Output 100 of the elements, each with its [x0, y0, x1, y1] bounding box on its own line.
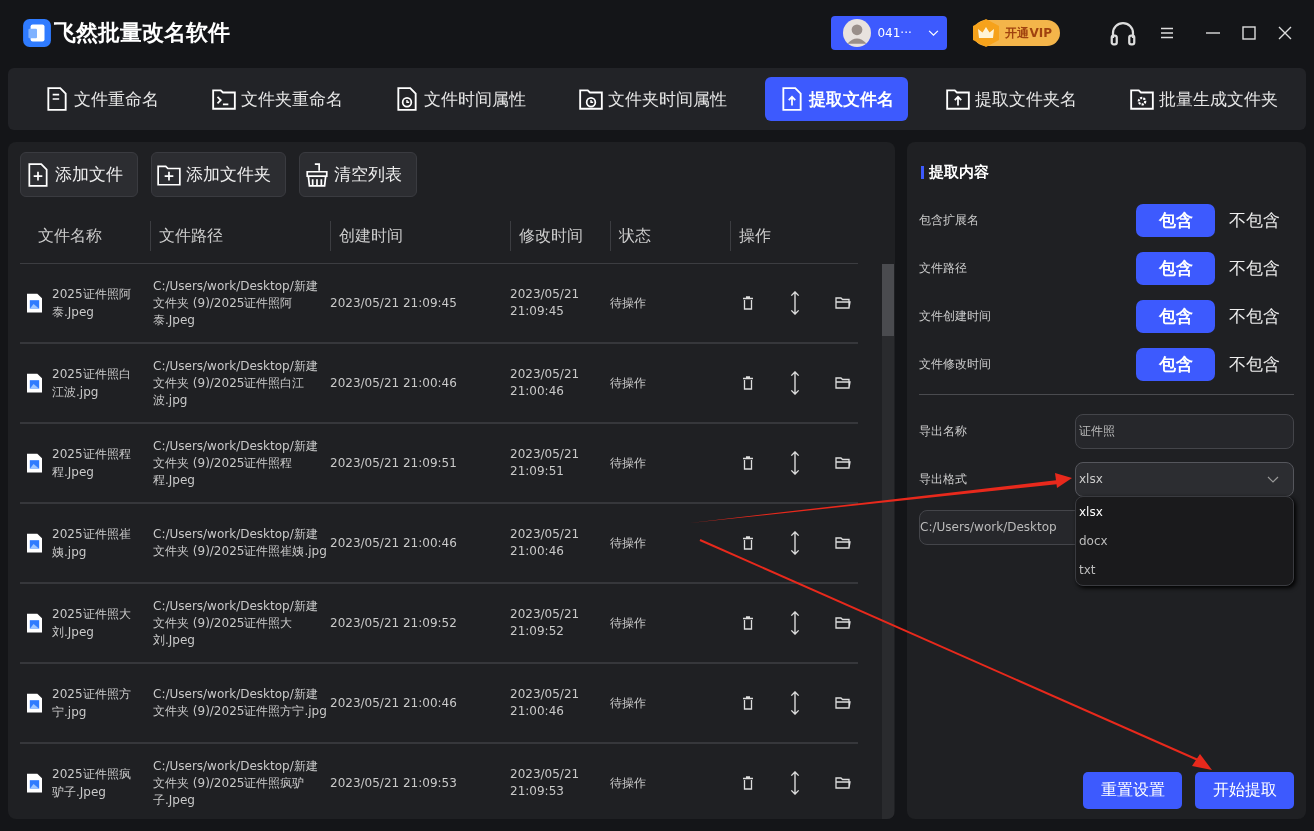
file-name: 2025证件照程程.Jpeg — [52, 446, 132, 481]
folder-icon[interactable] — [835, 297, 851, 309]
option-label: 包含扩展名 — [919, 211, 979, 229]
segment-option[interactable]: 包含 — [1136, 251, 1215, 285]
status-text: 待操作 — [610, 534, 647, 552]
status-text: 待操作 — [610, 614, 647, 632]
column-header: 修改时间 — [510, 221, 610, 251]
avatar-icon — [843, 19, 872, 47]
dropdown-option[interactable]: docx — [1079, 534, 1290, 548]
action-button[interactable]: 重置设置 — [1083, 772, 1182, 809]
folder-icon[interactable] — [835, 377, 851, 389]
trash-icon[interactable] — [742, 456, 754, 470]
image-file-icon — [27, 293, 42, 313]
tab[interactable]: 文件重命名 — [30, 77, 173, 121]
status-text: 待操作 — [610, 374, 647, 392]
up-down-arrow-icon[interactable] — [789, 611, 801, 635]
created-time: 2023/05/21 21:00:46 — [330, 534, 458, 552]
status-text: 待操作 — [610, 454, 647, 472]
trash-icon[interactable] — [742, 616, 754, 630]
tab[interactable]: 提取文件名 — [764, 77, 908, 121]
tab[interactable]: 提取文件夹名 — [931, 77, 1092, 121]
up-down-arrow-icon[interactable] — [789, 451, 801, 475]
file-name: 2025证件照大刘.Jpeg — [52, 606, 132, 641]
folder-icon[interactable] — [835, 777, 851, 789]
trash-icon[interactable] — [742, 776, 754, 790]
app-title: 飞然批量改名软件 — [54, 19, 230, 47]
segment-option[interactable]: 包含 — [1136, 299, 1215, 333]
file-name: 2025证件照疯驴子.Jpeg — [52, 766, 132, 801]
file-path: C:/Users/work/Desktop/新建文件夹 (9)/2025证件照崔姨.jpg — [152, 526, 327, 560]
created-time: 2023/05/21 21:00:46 — [330, 694, 458, 712]
segment-option[interactable]: 包含 — [1136, 203, 1215, 237]
created-time: 2023/05/21 21:00:46 — [330, 374, 458, 392]
action-button[interactable]: 开始提取 — [1195, 772, 1294, 809]
menu-icon[interactable] — [1160, 26, 1174, 40]
add-file-icon — [25, 161, 51, 188]
up-down-arrow-icon[interactable] — [789, 371, 801, 395]
column-header: 操作 — [730, 221, 882, 251]
folder-icon[interactable] — [835, 537, 851, 549]
option-label: 文件修改时间 — [919, 355, 991, 373]
trash-icon[interactable] — [742, 696, 754, 710]
trash-icon[interactable] — [742, 296, 754, 310]
up-down-arrow-icon[interactable] — [789, 691, 801, 715]
file-name: 2025证件照崔姨.jpg — [52, 526, 132, 561]
column-header: 状态 — [610, 221, 730, 251]
folder-icon — [945, 86, 972, 112]
segment-option[interactable]: 不包含 — [1215, 299, 1294, 333]
created-time: 2023/05/21 21:09:45 — [330, 294, 458, 312]
export-format-dropdown[interactable]: xlsx — [1075, 461, 1294, 497]
column-header: 文件路径 — [150, 221, 330, 251]
user-account-button[interactable]: 041··· — [831, 16, 948, 50]
file-path: C:/Users/work/Desktop/新建文件夹 (9)/2025证件照白江波.jpg — [152, 357, 319, 409]
crown-icon — [971, 18, 1002, 48]
maximize-icon[interactable] — [1242, 26, 1256, 40]
vip-button[interactable]: 开通VIP — [973, 20, 1060, 46]
segment-option[interactable]: 包含 — [1136, 347, 1215, 381]
dropdown-option[interactable]: xlsx — [1079, 504, 1290, 519]
broom-icon — [304, 161, 330, 188]
modified-time: 2023/05/21 21:09:45 — [510, 286, 580, 320]
tab[interactable]: 文件夹时间属性 — [563, 77, 741, 121]
column-header: 文件名称 — [37, 225, 103, 247]
trash-icon[interactable] — [742, 536, 754, 550]
toolbar-button[interactable]: 添加文件夹 — [151, 152, 286, 197]
modified-time: 2023/05/21 21:00:46 — [510, 526, 580, 560]
folder-icon[interactable] — [835, 617, 851, 629]
file-name: 2025证件照阿泰.Jpeg — [52, 286, 132, 321]
toolbar-button[interactable]: 清空列表 — [299, 152, 417, 197]
image-file-icon — [27, 453, 42, 473]
up-down-arrow-icon[interactable] — [789, 291, 801, 315]
folder-icon — [1128, 86, 1155, 112]
image-file-icon — [27, 773, 42, 793]
image-file-icon — [27, 373, 42, 393]
segment-option[interactable]: 不包含 — [1215, 347, 1294, 381]
option-label: 文件创建时间 — [919, 307, 991, 325]
folder-icon[interactable] — [835, 697, 851, 709]
segment-option[interactable]: 不包含 — [1215, 203, 1294, 237]
dropdown-option[interactable]: txt — [1079, 563, 1290, 578]
modified-time: 2023/05/21 21:09:51 — [510, 446, 580, 480]
modified-time: 2023/05/21 21:00:46 — [510, 686, 580, 720]
close-icon[interactable] — [1278, 26, 1292, 40]
status-text: 待操作 — [610, 694, 647, 712]
toolbar-button[interactable]: 添加文件 — [20, 152, 138, 197]
tab[interactable]: 批量生成文件夹 — [1114, 77, 1292, 121]
trash-icon[interactable] — [742, 376, 754, 390]
folder-icon[interactable] — [835, 457, 851, 469]
file-path: C:/Users/work/Desktop/新建文件夹 (9)/2025证件照疯驴子.Jpeg — [152, 757, 319, 809]
app-logo-icon — [22, 18, 52, 48]
modified-time: 2023/05/21 21:00:46 — [510, 366, 580, 400]
file-path: C:/Users/work/Desktop/新建文件夹 (9)/2025证件照程程.Jpeg — [152, 437, 319, 489]
option-label: 文件路径 — [919, 259, 967, 277]
tab[interactable]: 文件夹重命名 — [196, 77, 357, 121]
file-name: 2025证件照方宁.jpg — [52, 686, 132, 721]
up-down-arrow-icon[interactable] — [789, 531, 801, 555]
up-down-arrow-icon[interactable] — [789, 771, 801, 795]
created-time: 2023/05/21 21:09:51 — [330, 454, 458, 472]
segment-option[interactable]: 不包含 — [1215, 251, 1294, 285]
export-name-field[interactable]: 证件照 — [1075, 413, 1294, 449]
status-text: 待操作 — [610, 774, 647, 792]
scrollbar[interactable] — [882, 264, 894, 819]
chevron-down-icon — [1267, 475, 1279, 483]
tab[interactable]: 文件时间属性 — [380, 77, 541, 121]
